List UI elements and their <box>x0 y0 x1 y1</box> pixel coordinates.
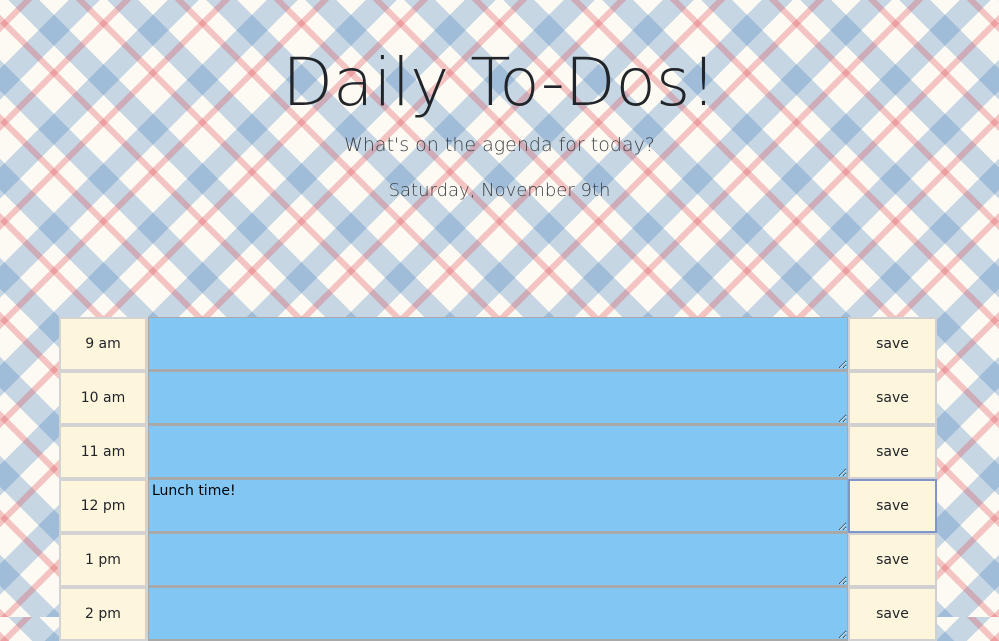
page-subtitle: What's on the agenda for today? <box>344 134 655 156</box>
time-block-row: 1 pm save <box>59 533 939 587</box>
hour-label: 1 pm <box>59 533 148 587</box>
page-header: Daily To-Dos! What's on the agenda for t… <box>0 0 999 300</box>
hour-label: 11 am <box>59 425 148 479</box>
hour-label: 9 am <box>59 317 148 371</box>
time-block-row: 12 pm Lunch time! save <box>59 479 939 533</box>
time-block-row: 11 am save <box>59 425 939 479</box>
hour-label: 10 am <box>59 371 148 425</box>
page-title: Daily To-Dos! <box>282 44 717 121</box>
time-block-row: 10 am save <box>59 371 939 425</box>
time-block-list: 9 am save 10 am save 11 am save 12 pm Lu… <box>59 317 939 641</box>
save-button[interactable]: save <box>848 425 937 479</box>
current-date: Saturday, November 9th <box>388 180 611 201</box>
hour-label: 2 pm <box>59 587 148 641</box>
task-input[interactable] <box>148 317 848 371</box>
task-input[interactable] <box>148 371 848 425</box>
save-button[interactable]: save <box>848 479 937 533</box>
task-input[interactable] <box>148 587 848 641</box>
save-button[interactable]: save <box>848 587 937 641</box>
save-button[interactable]: save <box>848 317 937 371</box>
time-block-row: 9 am save <box>59 317 939 371</box>
save-button[interactable]: save <box>848 371 937 425</box>
time-block-row: 2 pm save <box>59 587 939 641</box>
save-button[interactable]: save <box>848 533 937 587</box>
task-input[interactable] <box>148 533 848 587</box>
task-input[interactable]: Lunch time! <box>148 479 848 533</box>
hour-label: 12 pm <box>59 479 148 533</box>
task-input[interactable] <box>148 425 848 479</box>
